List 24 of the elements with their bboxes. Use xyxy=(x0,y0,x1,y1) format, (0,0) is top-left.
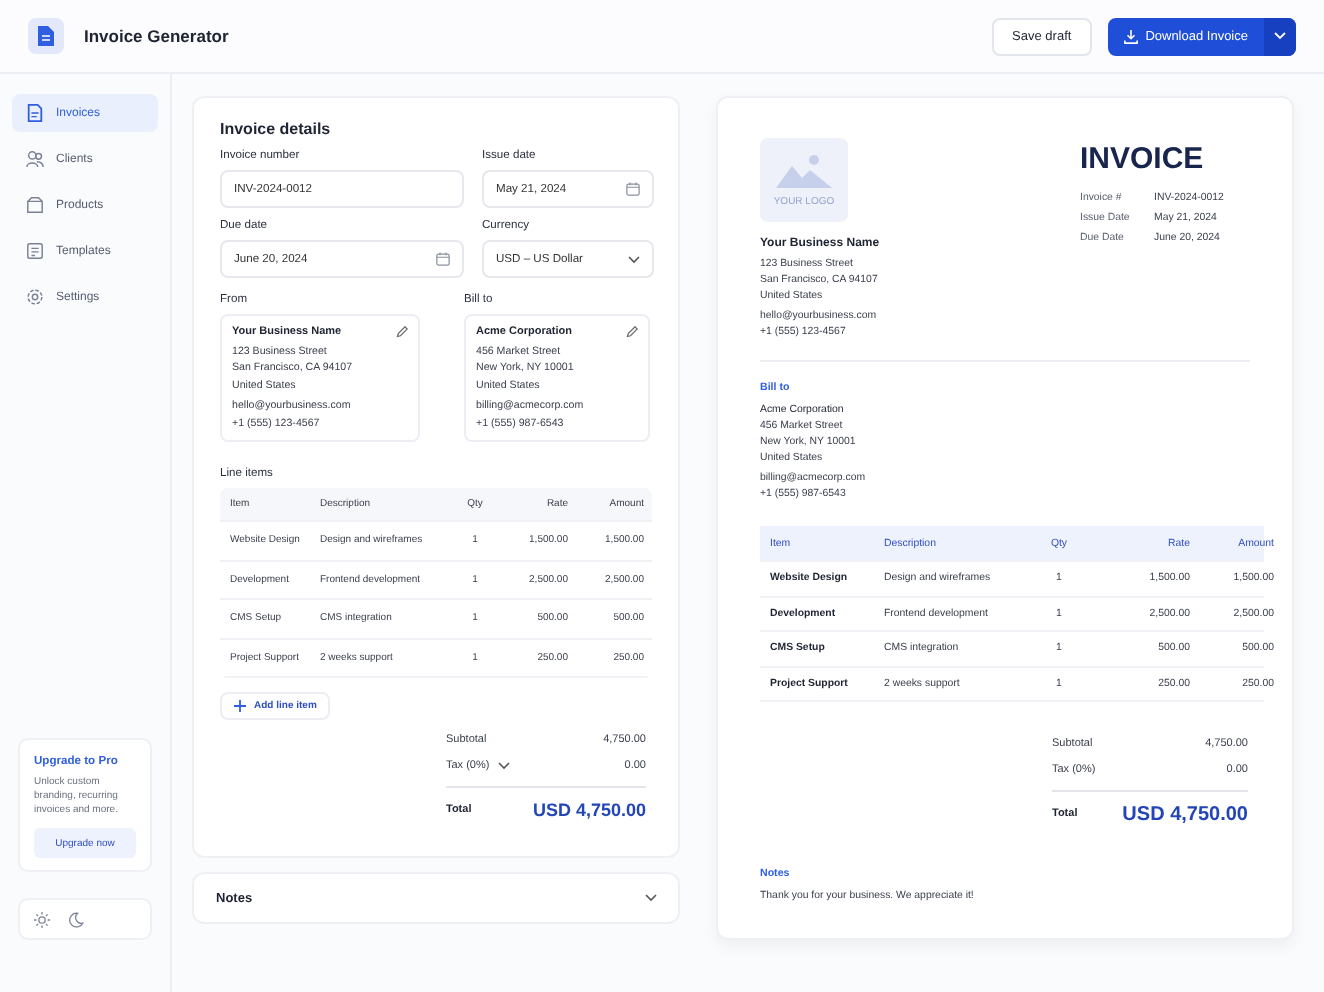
image-icon xyxy=(776,152,832,188)
total-value: USD 4,750.00 xyxy=(532,800,646,820)
pencil-icon[interactable] xyxy=(626,326,638,338)
chevron-down-icon xyxy=(644,894,658,902)
document-icon xyxy=(28,18,64,54)
plus-icon xyxy=(234,700,246,712)
moon-icon[interactable] xyxy=(68,911,84,927)
download-icon xyxy=(1123,29,1138,43)
box-icon xyxy=(26,196,44,214)
calendar-icon xyxy=(626,182,640,196)
settings-icon xyxy=(26,288,44,306)
document-icon xyxy=(26,104,44,122)
chevron-down-icon xyxy=(497,761,510,769)
invoice-title: INVOICE xyxy=(1080,142,1206,176)
app-title: Invoice Generator xyxy=(84,26,229,46)
sun-icon[interactable] xyxy=(34,911,50,927)
calendar-icon xyxy=(436,252,450,266)
caret-icon xyxy=(1274,32,1286,40)
template-icon xyxy=(26,242,44,260)
people-icon xyxy=(26,150,44,168)
total-value: USD 4,750.00 xyxy=(1122,803,1248,825)
pencil-icon[interactable] xyxy=(396,326,408,338)
section-title: Invoice details xyxy=(220,120,333,138)
chevron-down-icon xyxy=(628,255,640,263)
